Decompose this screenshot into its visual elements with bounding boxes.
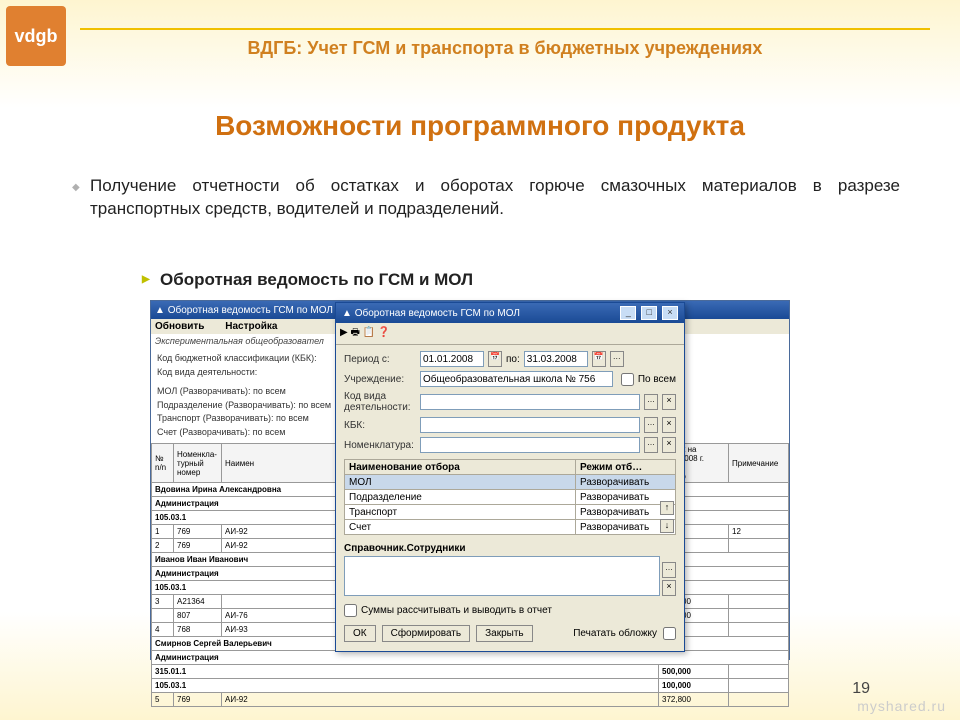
nomen-dots[interactable]: …	[644, 437, 658, 453]
activity-dots[interactable]: …	[644, 394, 658, 410]
col-nn: № n/n	[152, 444, 174, 483]
label-all: По всем	[638, 374, 676, 385]
date-from-input[interactable]	[420, 351, 484, 367]
refbook-box[interactable]	[344, 556, 660, 596]
report-title: Оборотная ведомость ГСМ по МОЛ	[168, 305, 333, 316]
app-icon: ▲	[342, 308, 352, 319]
date-from-picker[interactable]: 📅	[488, 351, 502, 367]
col-note: Примечание	[729, 444, 789, 483]
nomen-clear[interactable]: ×	[662, 437, 676, 453]
minimize-button[interactable]: _	[620, 306, 636, 320]
dialog-title: Оборотная ведомость ГСМ по МОЛ	[355, 308, 520, 319]
filter-col-mode: Режим отб…	[576, 460, 676, 475]
all-org-checkbox[interactable]	[621, 373, 634, 386]
maximize-button[interactable]: □	[641, 306, 657, 320]
date-to-picker[interactable]: 📅	[592, 351, 606, 367]
menu-settings[interactable]: Настройка	[225, 321, 277, 332]
filter-row[interactable]: ТранспортРазворачивать	[345, 505, 676, 520]
move-down-button[interactable]: ↓	[660, 519, 674, 533]
cover-label: Печатать обложку	[573, 628, 657, 639]
activity-clear[interactable]: ×	[662, 394, 676, 410]
sums-label: Суммы рассчитывать и выводить в отчет	[361, 605, 552, 616]
page-number: 19	[852, 680, 870, 698]
kbk-clear[interactable]: ×	[662, 417, 676, 433]
close-dialog-button[interactable]: Закрыть	[476, 625, 533, 642]
close-button[interactable]: ×	[662, 306, 678, 320]
table-row: 5769АИ-92372,800	[152, 693, 789, 707]
dialog-toolbar[interactable]: ▶ 🖶 📋 ❓	[336, 323, 684, 345]
table-row: 315.01.1500,000	[152, 665, 789, 679]
paragraph: Получение отчетности об остатках и оборо…	[90, 175, 900, 221]
dialog-titlebar[interactable]: ▲ Оборотная ведомость ГСМ по МОЛ _ □ ×	[336, 303, 684, 323]
refbook-dots[interactable]: …	[662, 562, 676, 578]
org-input[interactable]	[420, 371, 613, 387]
refbook-label: Справочник.Сотрудники	[344, 543, 676, 554]
nomen-input[interactable]	[420, 437, 640, 453]
kbk-dots[interactable]: …	[644, 417, 658, 433]
activity-input[interactable]	[420, 394, 640, 410]
kbk-input[interactable]	[420, 417, 640, 433]
sums-checkbox[interactable]	[344, 604, 357, 617]
filter-table[interactable]: Наименование отбораРежим отб… МОЛРазвора…	[344, 459, 676, 535]
label-to: по:	[506, 354, 520, 365]
period-dots[interactable]: …	[610, 351, 624, 367]
menu-update[interactable]: Обновить	[155, 321, 204, 332]
date-to-input[interactable]	[524, 351, 588, 367]
refbook-clear[interactable]: ×	[662, 580, 676, 596]
table-row: 105.03.1100,000	[152, 679, 789, 693]
filter-col-name: Наименование отбора	[345, 460, 576, 475]
form-button[interactable]: Сформировать	[382, 625, 471, 642]
logo: vdgb	[6, 6, 66, 66]
slide-title: Возможности программного продукта	[0, 110, 960, 142]
sub-bullet: Оборотная ведомость по ГСМ и МОЛ	[160, 270, 473, 290]
filter-row[interactable]: СчетРазворачивать	[345, 520, 676, 535]
app-icon: ▲	[155, 305, 165, 316]
watermark: myshared.ru	[857, 698, 946, 714]
label-nomen: Номенклатура:	[344, 440, 416, 451]
cover-checkbox[interactable]	[663, 627, 676, 640]
filter-row[interactable]: ПодразделениеРазворачивать	[345, 490, 676, 505]
label-kbk: КБК:	[344, 420, 416, 431]
table-row: Администрация	[152, 651, 789, 665]
label-activity: Код вида деятельности:	[344, 391, 416, 413]
ok-button[interactable]: ОК	[344, 625, 376, 642]
label-period: Период с:	[344, 354, 416, 365]
header-subtitle: ВДГБ: Учет ГСМ и транспорта в бюджетных …	[80, 28, 930, 59]
settings-dialog: ▲ Оборотная ведомость ГСМ по МОЛ _ □ × ▶…	[335, 302, 685, 652]
move-up-button[interactable]: ↑	[660, 501, 674, 515]
label-org: Учреждение:	[344, 374, 416, 385]
col-nomen: Номенкла-турный номер	[174, 444, 222, 483]
filter-row[interactable]: МОЛРазворачивать	[345, 475, 676, 490]
